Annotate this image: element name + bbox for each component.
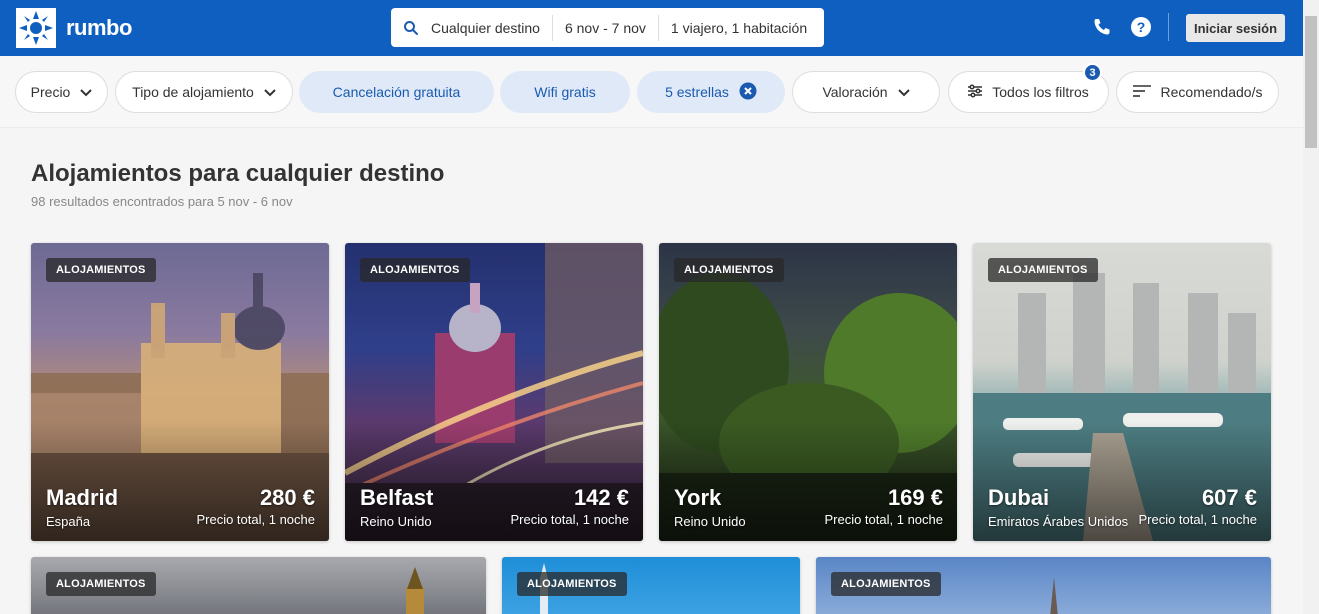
free-wifi-label: Wifi gratis <box>534 84 596 100</box>
card-city: York <box>674 485 722 510</box>
card-tag: ALOJAMIENTOS <box>674 258 784 282</box>
chevron-down-icon <box>264 84 276 100</box>
sliders-icon <box>968 83 983 101</box>
header-divider <box>1168 13 1169 41</box>
destination-card[interactable]: ALOJAMIENTOS <box>816 557 1271 614</box>
card-price: 169 € <box>887 485 943 510</box>
free-wifi-filter[interactable]: Wifi gratis <box>500 71 630 113</box>
five-stars-label: 5 estrellas <box>665 84 729 100</box>
destination-card[interactable]: ALOJAMIENTOS <box>31 557 486 614</box>
rumbo-logo[interactable]: rumbo <box>16 8 132 48</box>
all-filters-label: Todos los filtros <box>992 84 1089 100</box>
card-country: Reino Unido <box>360 514 432 529</box>
accommodation-type-label: Tipo de alojamiento <box>132 84 254 100</box>
free-cancellation-filter[interactable]: Cancelación gratuita <box>299 71 494 113</box>
chevron-down-icon <box>897 84 910 100</box>
dates-field[interactable]: 6 nov - 7 nov <box>553 20 658 36</box>
scrollbar-thumb[interactable] <box>1305 16 1317 148</box>
sort-icon <box>1132 84 1151 101</box>
rating-filter-label: Valoración <box>822 84 888 100</box>
card-tag: ALOJAMIENTOS <box>831 572 941 596</box>
guests-field[interactable]: 1 viajero, 1 habitación <box>659 20 819 36</box>
filters-count-badge: 3 <box>1083 63 1102 82</box>
card-tag: ALOJAMIENTOS <box>360 258 470 282</box>
top-header: rumbo Cualquier destino 6 nov - 7 nov 1 … <box>0 0 1303 56</box>
card-price: 607 € <box>1201 485 1257 510</box>
card-country: Reino Unido <box>674 514 746 529</box>
card-tag: ALOJAMIENTOS <box>46 572 156 596</box>
card-tag: ALOJAMIENTOS <box>988 258 1098 282</box>
help-icon[interactable]: ? <box>1130 16 1152 43</box>
card-city: Dubai <box>988 485 1050 510</box>
login-button[interactable]: Iniciar sesión <box>1186 14 1285 42</box>
price-filter[interactable]: Precio <box>15 71 108 113</box>
page-scrollbar[interactable] <box>1303 0 1319 614</box>
brand-name: rumbo <box>66 15 132 40</box>
card-price: 142 € <box>573 485 629 510</box>
sort-label: Recomendado/s <box>1160 84 1263 100</box>
destination-card[interactable]: ALOJAMIENTOS <box>502 557 800 614</box>
card-price-note: Precio total, 1 noche <box>824 512 943 527</box>
svg-text:?: ? <box>1137 19 1146 35</box>
destination-card-york[interactable]: ALOJAMIENTOS York Reino Unido 169 € Prec… <box>659 243 957 541</box>
search-icon <box>391 20 431 36</box>
price-filter-label: Precio <box>30 84 71 100</box>
destination-card-dubai[interactable]: ALOJAMIENTOS Dubai Emiratos Árabes Unido… <box>973 243 1271 541</box>
results-count: 98 resultados encontrados para 5 nov - 6… <box>31 194 293 209</box>
five-stars-filter[interactable]: 5 estrellas <box>637 71 785 113</box>
card-tag: ALOJAMIENTOS <box>46 258 156 282</box>
accommodation-type-filter[interactable]: Tipo de alojamiento <box>115 71 293 113</box>
card-price-note: Precio total, 1 noche <box>196 512 315 527</box>
destination-field[interactable]: Cualquier destino <box>431 20 552 36</box>
card-tag: ALOJAMIENTOS <box>517 572 627 596</box>
chevron-down-icon <box>80 84 93 100</box>
card-country: Emiratos Árabes Unidos <box>988 514 1129 529</box>
card-price-note: Precio total, 1 noche <box>1138 512 1257 527</box>
search-summary-bar[interactable]: Cualquier destino 6 nov - 7 nov 1 viajer… <box>391 8 824 47</box>
destination-card-belfast[interactable]: ALOJAMIENTOS Belfast Reino Unido 142 € P… <box>345 243 643 541</box>
card-city: Belfast <box>360 485 434 510</box>
card-price-note: Precio total, 1 noche <box>510 512 629 527</box>
phone-icon[interactable] <box>1092 17 1112 42</box>
card-city: Madrid <box>46 485 119 510</box>
card-price: 280 € <box>259 485 315 510</box>
close-circle-icon[interactable] <box>739 82 757 103</box>
free-cancellation-label: Cancelación gratuita <box>332 84 461 100</box>
card-country: España <box>46 514 91 529</box>
sort-button[interactable]: Recomendado/s <box>1116 71 1279 113</box>
rating-filter[interactable]: Valoración <box>792 71 940 113</box>
sun-logo-icon <box>16 8 56 48</box>
page-title: Alojamientos para cualquier destino <box>31 160 445 187</box>
filter-bar: Precio Tipo de alojamiento Cancelación g… <box>0 56 1303 128</box>
destination-card-madrid[interactable]: ALOJAMIENTOS Madrid España 280 € Precio … <box>31 243 329 541</box>
